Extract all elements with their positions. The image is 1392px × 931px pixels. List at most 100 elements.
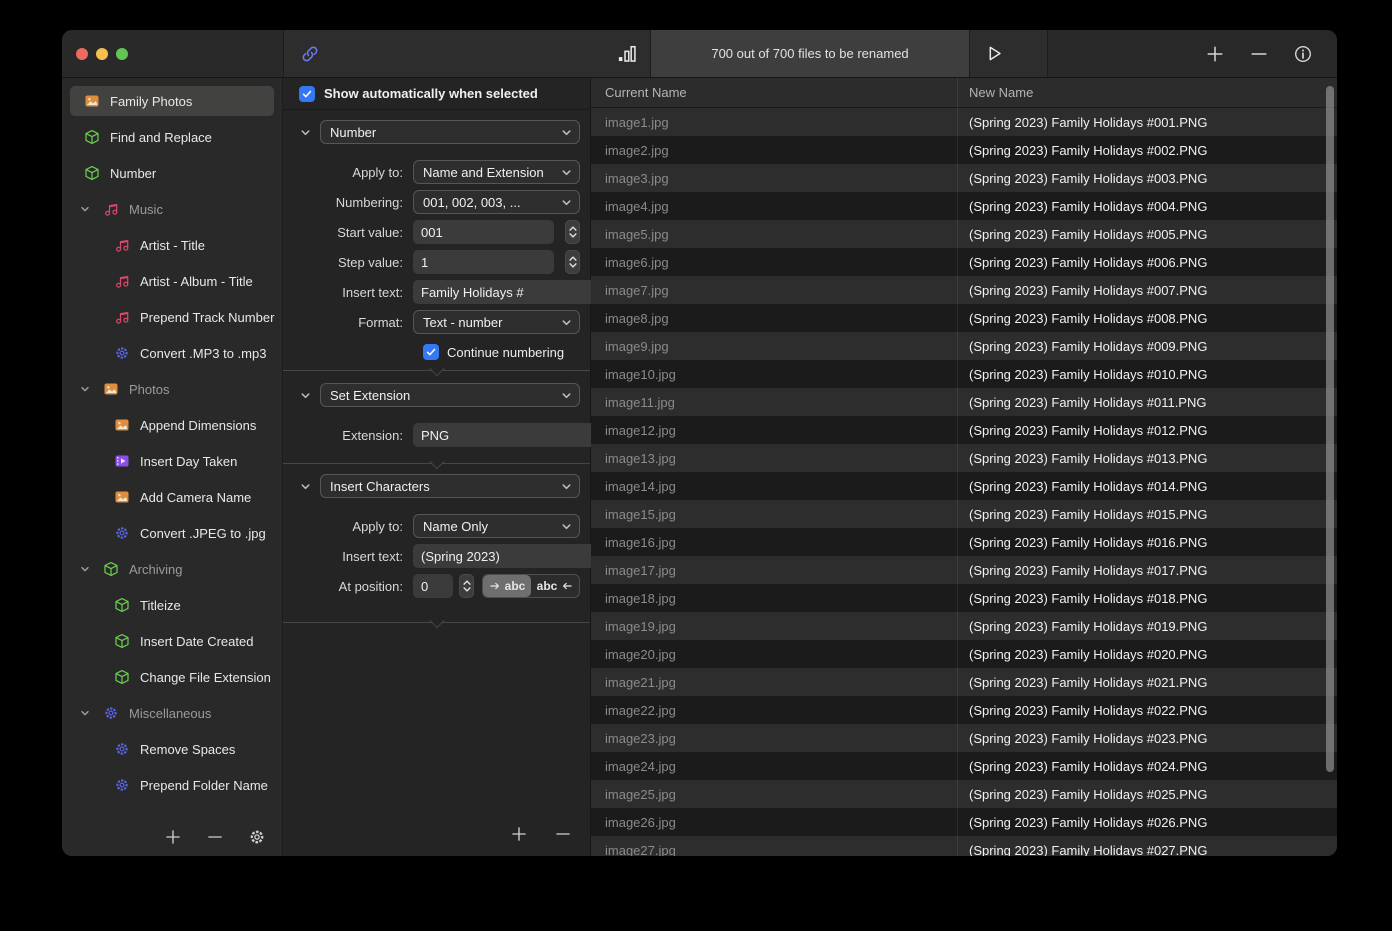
column-header-new-name[interactable]: New Name bbox=[957, 85, 1033, 100]
apply-to-select[interactable]: Name Only bbox=[413, 514, 580, 538]
action-type-select[interactable]: Number bbox=[320, 120, 580, 144]
remove-action-button[interactable] bbox=[554, 825, 572, 843]
table-row[interactable]: image20.jpg (Spring 2023) Family Holiday… bbox=[591, 640, 1337, 668]
action-type-value: Set Extension bbox=[330, 388, 410, 403]
sidebar-item-insert-date-created[interactable]: Insert Date Created bbox=[70, 626, 274, 656]
table-row[interactable]: image9.jpg (Spring 2023) Family Holidays… bbox=[591, 332, 1337, 360]
step-value-stepper[interactable] bbox=[565, 250, 580, 274]
start-value-stepper[interactable] bbox=[565, 220, 580, 244]
table-row[interactable]: image22.jpg (Spring 2023) Family Holiday… bbox=[591, 696, 1337, 724]
add-preset-button[interactable] bbox=[164, 828, 182, 846]
table-row[interactable]: image24.jpg (Spring 2023) Family Holiday… bbox=[591, 752, 1337, 780]
column-header-current-name[interactable]: Current Name bbox=[591, 85, 957, 100]
table-row[interactable]: image18.jpg (Spring 2023) Family Holiday… bbox=[591, 584, 1337, 612]
new-name-cell: (Spring 2023) Family Holidays #011.PNG bbox=[957, 395, 1206, 410]
sidebar-item-change-file-extension[interactable]: Change File Extension bbox=[70, 662, 274, 692]
sidebar-item-insert-day-taken[interactable]: Insert Day Taken bbox=[70, 446, 274, 476]
sidebar-item-find-and-replace[interactable]: Find and Replace bbox=[70, 122, 274, 152]
new-name-cell: (Spring 2023) Family Holidays #021.PNG bbox=[957, 675, 1207, 690]
table-row[interactable]: image4.jpg (Spring 2023) Family Holidays… bbox=[591, 192, 1337, 220]
insert-text-label: Insert text: bbox=[293, 285, 403, 300]
current-name-cell: image11.jpg bbox=[591, 395, 957, 410]
chevron-down-icon[interactable] bbox=[79, 707, 91, 719]
sidebar-item-artist-title[interactable]: Artist - Title bbox=[70, 230, 274, 260]
numbering-select[interactable]: 001, 002, 003, ... bbox=[413, 190, 580, 214]
new-name-cell: (Spring 2023) Family Holidays #019.PNG bbox=[957, 619, 1207, 634]
remove-preset-button[interactable] bbox=[206, 828, 224, 846]
action-type-select[interactable]: Insert Characters bbox=[320, 474, 580, 498]
table-row[interactable]: image19.jpg (Spring 2023) Family Holiday… bbox=[591, 612, 1337, 640]
continue-numbering-checkbox[interactable] bbox=[423, 344, 439, 360]
minimize-button[interactable] bbox=[96, 48, 108, 60]
sidebar-item-prepend-track-number[interactable]: Prepend Track Number bbox=[70, 302, 274, 332]
table-row[interactable]: image14.jpg (Spring 2023) Family Holiday… bbox=[591, 472, 1337, 500]
link-presets-button[interactable] bbox=[300, 44, 320, 64]
run-rename-button[interactable] bbox=[984, 43, 1005, 64]
add-action-button[interactable] bbox=[510, 825, 528, 843]
sidebar-item-remove-spaces[interactable]: Remove Spaces bbox=[70, 734, 274, 764]
table-row[interactable]: image1.jpg (Spring 2023) Family Holidays… bbox=[591, 108, 1337, 136]
table-row[interactable]: image15.jpg (Spring 2023) Family Holiday… bbox=[591, 500, 1337, 528]
table-row[interactable]: image5.jpg (Spring 2023) Family Holidays… bbox=[591, 220, 1337, 248]
table-row[interactable]: image6.jpg (Spring 2023) Family Holidays… bbox=[591, 248, 1337, 276]
add-files-button[interactable] bbox=[1205, 44, 1225, 64]
sidebar-group-archiving[interactable]: Archiving bbox=[70, 554, 274, 584]
plus-icon bbox=[1205, 44, 1225, 64]
current-name-cell: image22.jpg bbox=[591, 703, 957, 718]
sidebar-item-titleize[interactable]: Titleize bbox=[70, 590, 274, 620]
sidebar-item-number[interactable]: Number bbox=[70, 158, 274, 188]
start-value-input[interactable] bbox=[413, 220, 554, 244]
statistics-button[interactable] bbox=[616, 43, 638, 65]
collapse-section-chevron[interactable] bbox=[299, 389, 312, 402]
preset-settings-button[interactable] bbox=[248, 828, 266, 846]
apply-to-select[interactable]: Name and Extension bbox=[413, 160, 580, 184]
sidebar-item-append-dimensions[interactable]: Append Dimensions bbox=[70, 410, 274, 440]
sidebar-group-miscellaneous[interactable]: Miscellaneous bbox=[70, 698, 274, 728]
chevron-down-icon[interactable] bbox=[79, 563, 91, 575]
sidebar-group-music[interactable]: Music bbox=[70, 194, 274, 224]
sidebar-item-prepend-folder-name[interactable]: Prepend Folder Name bbox=[70, 770, 274, 800]
remove-files-button[interactable] bbox=[1249, 44, 1269, 64]
table-row[interactable]: image13.jpg (Spring 2023) Family Holiday… bbox=[591, 444, 1337, 472]
insert-text-input[interactable] bbox=[413, 544, 605, 568]
sidebar-item-artist-album-title[interactable]: Artist - Album - Title bbox=[70, 266, 274, 296]
apply-to-label: Apply to: bbox=[293, 519, 403, 534]
table-row[interactable]: image21.jpg (Spring 2023) Family Holiday… bbox=[591, 668, 1337, 696]
zoom-button[interactable] bbox=[116, 48, 128, 60]
sidebar-item-add-camera-name[interactable]: Add Camera Name bbox=[70, 482, 274, 512]
table-row[interactable]: image10.jpg (Spring 2023) Family Holiday… bbox=[591, 360, 1337, 388]
sidebar-item-convert-mp3[interactable]: Convert .MP3 to .mp3 bbox=[70, 338, 274, 368]
table-row[interactable]: image8.jpg (Spring 2023) Family Holidays… bbox=[591, 304, 1337, 332]
insert-from-end-button[interactable]: abc bbox=[531, 575, 579, 597]
chevron-down-icon[interactable] bbox=[79, 383, 91, 395]
format-select[interactable]: Text - number bbox=[413, 310, 580, 334]
info-button[interactable] bbox=[1293, 44, 1313, 64]
step-value-input[interactable] bbox=[413, 250, 554, 274]
vertical-scrollbar[interactable] bbox=[1326, 86, 1334, 772]
table-row[interactable]: image3.jpg (Spring 2023) Family Holidays… bbox=[591, 164, 1337, 192]
show-automatically-checkbox[interactable] bbox=[299, 86, 315, 102]
chevron-down-icon[interactable] bbox=[79, 203, 91, 215]
table-row[interactable]: image12.jpg (Spring 2023) Family Holiday… bbox=[591, 416, 1337, 444]
table-row[interactable]: image16.jpg (Spring 2023) Family Holiday… bbox=[591, 528, 1337, 556]
sidebar-group-photos[interactable]: Photos bbox=[70, 374, 274, 404]
sidebar-item-convert-jpeg[interactable]: Convert .JPEG to .jpg bbox=[70, 518, 274, 548]
table-row[interactable]: image23.jpg (Spring 2023) Family Holiday… bbox=[591, 724, 1337, 752]
insert-from-start-button[interactable]: abc bbox=[483, 575, 531, 597]
table-row[interactable]: image17.jpg (Spring 2023) Family Holiday… bbox=[591, 556, 1337, 584]
table-row[interactable]: image2.jpg (Spring 2023) Family Holidays… bbox=[591, 136, 1337, 164]
collapse-section-chevron[interactable] bbox=[299, 126, 312, 139]
table-row[interactable]: image25.jpg (Spring 2023) Family Holiday… bbox=[591, 780, 1337, 808]
table-row[interactable]: image7.jpg (Spring 2023) Family Holidays… bbox=[591, 276, 1337, 304]
at-position-stepper[interactable] bbox=[459, 574, 474, 598]
action-type-select[interactable]: Set Extension bbox=[320, 383, 580, 407]
table-row[interactable]: image26.jpg (Spring 2023) Family Holiday… bbox=[591, 808, 1337, 836]
at-position-input[interactable] bbox=[413, 574, 453, 598]
table-row[interactable]: image11.jpg (Spring 2023) Family Holiday… bbox=[591, 388, 1337, 416]
collapse-section-chevron[interactable] bbox=[299, 480, 312, 493]
close-button[interactable] bbox=[76, 48, 88, 60]
table-row[interactable]: image27.jpg (Spring 2023) Family Holiday… bbox=[591, 836, 1337, 856]
extension-input[interactable] bbox=[413, 423, 605, 447]
sidebar-item-family-photos[interactable]: Family Photos bbox=[70, 86, 274, 116]
insert-text-input[interactable] bbox=[413, 280, 605, 304]
